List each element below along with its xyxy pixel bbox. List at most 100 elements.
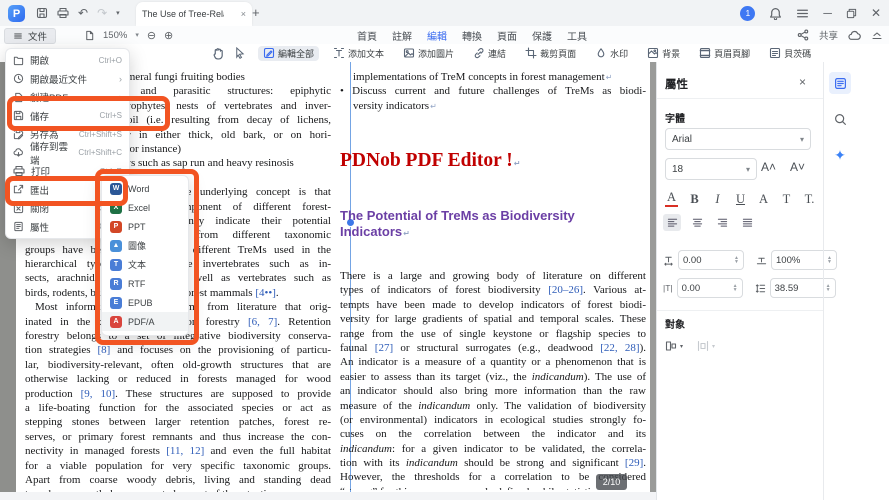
add-image-icon	[403, 47, 415, 59]
crop-button[interactable]: 裁剪頁面	[520, 46, 581, 61]
properties-panel-icon[interactable]	[829, 72, 851, 94]
ribbon-tab-轉換[interactable]: 轉換	[461, 26, 483, 45]
document-text-line: range from the use of single keystone or…	[340, 327, 646, 341]
format-buttons-row: ABIUATT.	[665, 190, 816, 207]
cloud-icon[interactable]	[848, 29, 861, 42]
superscript-button[interactable]: T	[780, 192, 793, 207]
bates-icon	[769, 47, 781, 59]
watermark-button[interactable]: 水印	[590, 46, 633, 61]
align-justify-icon[interactable]	[738, 214, 756, 231]
document-text-line: for a viable population for very specifi…	[25, 459, 331, 473]
ribbon-tab-編輯[interactable]: 編輯	[426, 26, 448, 45]
background-icon	[647, 47, 659, 59]
align-right-icon[interactable]	[713, 214, 731, 231]
highlight-frame-submenu	[95, 169, 199, 345]
object-align-button[interactable]: ▾	[665, 340, 683, 352]
menubar: 文件 150% ▾ ⊖ ⊕ 首頁註解編輯轉換頁面保護工具 共享	[0, 26, 889, 45]
increase-font-icon[interactable]: A˄	[761, 160, 776, 174]
baseline-shift-icon: |T|	[663, 283, 673, 293]
hand-tool-icon[interactable]	[212, 47, 225, 60]
share-label[interactable]: 共享	[819, 28, 838, 42]
background-button[interactable]: 背景	[642, 46, 685, 61]
section-heading: The Potential of TreMs as Biodiversity I…	[340, 208, 640, 242]
bold-button[interactable]: B	[688, 192, 701, 207]
undo-icon[interactable]: ↶	[78, 7, 88, 19]
redo-icon[interactable]: ↷	[97, 7, 107, 19]
right-text-column-intro: implementations of TreM concepts in fore…	[340, 70, 646, 113]
open-icon	[13, 55, 24, 66]
document-text-line: nectivity in managed forests [11, 12] an…	[25, 444, 331, 458]
menu-icon[interactable]	[796, 7, 809, 20]
select-tool-icon[interactable]	[234, 47, 245, 59]
zoom-controls: 150% ▾ ⊖ ⊕	[84, 26, 173, 44]
search-icon[interactable]	[829, 108, 851, 130]
caret-down-icon[interactable]: ▾	[116, 10, 120, 17]
font-color-button[interactable]: A	[665, 190, 678, 207]
link-icon	[473, 47, 485, 59]
document-text-line: • Discuss current and future challenges …	[340, 84, 646, 98]
font-family-select[interactable]: Arial ▾	[665, 128, 811, 150]
print-icon[interactable]	[57, 7, 69, 19]
font-section-label: 字體	[665, 110, 685, 125]
decrease-font-icon[interactable]: A˅	[790, 160, 805, 174]
document-text-line: easier to assess than its target (viz., …	[340, 370, 646, 384]
minimize-button[interactable]: ─	[823, 6, 832, 20]
new-tab-button[interactable]: +	[252, 5, 260, 20]
tool-mode-group	[212, 44, 245, 62]
close-button[interactable]: ✕	[871, 6, 881, 20]
document-text-line: measure of the indicandum only. The vali…	[340, 399, 646, 413]
align-left-icon[interactable]	[663, 214, 681, 231]
h-scale-input[interactable]: 100%▲▼	[771, 250, 837, 270]
ribbon-tab-工具[interactable]: 工具	[566, 26, 588, 45]
add-image-button[interactable]: 添加圖片	[398, 46, 459, 61]
document-text-line: faunal [27] or structural surrogates (e.…	[340, 341, 646, 355]
restore-button[interactable]	[846, 8, 857, 19]
align-buttons-row	[663, 214, 756, 231]
menu-item-儲存到雲端[interactable]: 儲存到雲端Ctrl+Shift+C	[6, 144, 129, 163]
add-text-button[interactable]: 添加文本	[328, 46, 389, 61]
subscript-button[interactable]: T.	[803, 192, 816, 207]
align-center-icon[interactable]	[688, 214, 706, 231]
ribbon-tab-首頁[interactable]: 首頁	[356, 26, 378, 45]
char-spacing-input[interactable]: 0.00▲▼	[678, 250, 744, 270]
ribbon-tab-保護[interactable]: 保護	[531, 26, 553, 45]
save-doc-icon[interactable]	[36, 7, 48, 19]
properties-icon	[13, 221, 24, 232]
chevron-down-icon: ▾	[800, 135, 804, 144]
underline-button[interactable]: U	[734, 192, 747, 207]
zoom-out-icon[interactable]: ⊖	[147, 29, 156, 42]
tab-close-icon[interactable]: ×	[241, 9, 246, 19]
line-spacing-input[interactable]: 38.59▲▼	[770, 278, 836, 298]
baseline-row: |T| 0.00▲▼ 38.59▲▼	[663, 278, 836, 298]
font-size-select[interactable]: 18 ▾	[665, 158, 757, 180]
menu-item-開啟[interactable]: 開啟Ctrl+O	[6, 51, 129, 70]
edit-all-button[interactable]: 編輯全部	[258, 46, 319, 61]
baseline-shift-input[interactable]: 0.00▲▼	[677, 278, 743, 298]
zoom-caret-icon[interactable]: ▾	[135, 31, 139, 39]
file-menu-button[interactable]: 文件	[4, 28, 56, 44]
object-buttons-row: ▾ ▾	[665, 340, 715, 352]
collapse-toolbar-icon[interactable]	[871, 29, 883, 41]
link-button[interactable]: 連結	[468, 46, 511, 61]
document-text-line: cuses on the correlation between the ind…	[340, 427, 646, 441]
zoom-level[interactable]: 150%	[103, 30, 127, 41]
document-tab[interactable]: The Use of Tree-Relate... * ×	[136, 2, 252, 26]
text-stroke-button[interactable]: A	[757, 192, 770, 207]
menu-item-開啟最近文件[interactable]: 開啟最近文件›	[6, 70, 129, 89]
bell-icon[interactable]	[769, 7, 782, 20]
page-icon	[84, 30, 95, 41]
italic-button[interactable]: I	[711, 192, 724, 207]
notification-badge[interactable]: 1	[740, 6, 755, 21]
header-footer-button[interactable]: 頁眉頁腳	[694, 46, 755, 61]
titlebar: P ↶↷▾ The Use of Tree-Relate... * × + 1 …	[0, 0, 889, 27]
ribbon-tab-註解[interactable]: 註解	[391, 26, 413, 45]
ai-sparkle-icon[interactable]: ✦	[829, 144, 851, 166]
document-text-line: a life-boating function for the associat…	[25, 401, 331, 415]
edit-all-icon	[263, 47, 275, 59]
sidebar-close-icon[interactable]: ×	[799, 75, 806, 89]
share-icon[interactable]	[797, 29, 809, 41]
document-text-line: tion strategies [8] and focuses on the p…	[25, 343, 331, 357]
ribbon-tab-頁面[interactable]: 頁面	[496, 26, 518, 45]
zoom-in-icon[interactable]: ⊕	[164, 29, 173, 42]
bates-button[interactable]: 貝茨碼	[764, 46, 816, 61]
